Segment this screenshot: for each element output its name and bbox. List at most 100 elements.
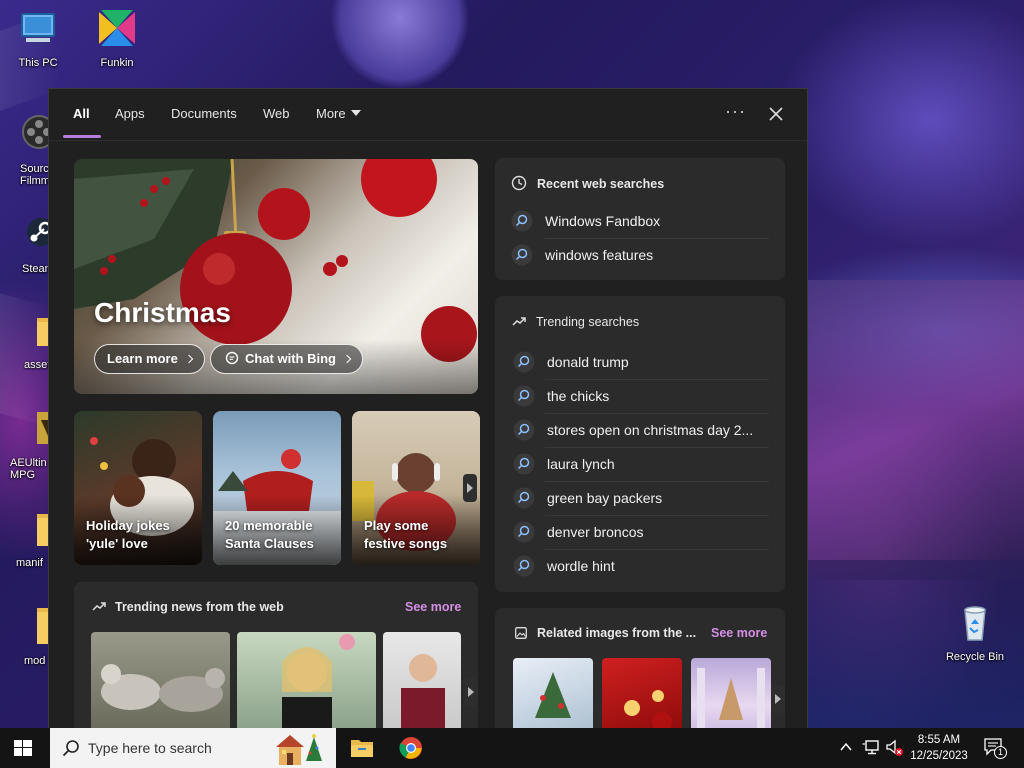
chrome-icon[interactable] — [399, 736, 423, 760]
tab-more-label: More — [316, 106, 346, 121]
search-icon — [62, 740, 79, 757]
related-image — [697, 668, 765, 728]
trending-search-text: wordle hint — [547, 558, 615, 574]
trending-news-see-more-link[interactable]: See more — [405, 600, 461, 614]
desktop-icon-label: Recycle Bin — [945, 651, 1005, 663]
notification-count-badge: 1 — [994, 746, 1007, 759]
taskbar-search-box[interactable]: Type here to search — [50, 728, 336, 768]
related-image — [535, 672, 571, 718]
taskbar: Type here to search 8:55 AM 12/25/2023 1 — [0, 728, 1024, 768]
search-icon — [513, 351, 535, 373]
card-festive-songs[interactable]: Play some festive songs — [352, 411, 480, 565]
taskbar-time: 8:55 AM — [917, 734, 961, 746]
search-tabs-bar: All Apps Documents Web More ··· — [49, 89, 807, 141]
trending-search-text: laura lynch — [547, 456, 615, 472]
tab-documents[interactable]: Documents — [171, 106, 237, 121]
trending-searches-title: Trending searches — [536, 315, 640, 329]
image-icon — [515, 627, 527, 639]
wallpaper-character — [808, 280, 1024, 580]
news-image — [282, 634, 355, 728]
trending-search-text: donald trump — [547, 354, 629, 370]
recent-search-text: windows features — [545, 247, 654, 263]
news-next-arrow[interactable] — [464, 678, 478, 706]
desktop-icon-label: Funkin — [100, 57, 134, 69]
related-images-next-arrow[interactable] — [771, 685, 785, 713]
notifications-button[interactable]: 1 — [984, 738, 1007, 759]
cards-next-arrow[interactable] — [463, 474, 477, 502]
tab-apps[interactable]: Apps — [115, 106, 145, 121]
file-explorer-icon[interactable] — [350, 737, 374, 759]
taskbar-search-placeholder: Type here to search — [88, 740, 212, 756]
related-images-see-more-link[interactable]: See more — [711, 626, 767, 640]
chat-with-bing-label: Chat with Bing — [245, 351, 336, 366]
trending-news-section: Trending news from the web See more — [74, 582, 478, 728]
trending-search-item[interactable]: stores open on christmas day 2... — [513, 413, 773, 447]
card-holiday-jokes[interactable]: Holiday jokes 'yule' love — [74, 411, 202, 565]
tab-all[interactable]: All — [73, 106, 90, 121]
computer-icon — [21, 13, 55, 42]
trending-search-item[interactable]: green bay packers — [513, 481, 773, 515]
card-caption: Holiday jokes 'yule' love — [86, 518, 170, 551]
ellipsis-icon[interactable]: ··· — [725, 101, 746, 122]
tab-web[interactable]: Web — [263, 106, 290, 121]
chevron-right-icon — [184, 354, 194, 364]
search-icon — [513, 385, 535, 407]
news-thumbnail-wolves[interactable] — [91, 632, 230, 728]
news-image — [401, 654, 445, 728]
news-thumbnail-woman[interactable] — [237, 632, 376, 728]
trending-search-text: denver broncos — [547, 524, 644, 540]
search-icon — [513, 487, 535, 509]
chevron-up-icon[interactable] — [840, 742, 852, 752]
search-panel: All Apps Documents Web More ··· Christma… — [48, 88, 808, 728]
trending-search-item[interactable]: donald trump — [513, 345, 773, 379]
related-images-title: Related images from the ... — [537, 626, 697, 640]
close-icon[interactable] — [765, 103, 787, 125]
learn-more-label: Learn more — [107, 351, 178, 366]
recent-search-text: Windows Fandbox — [545, 213, 661, 229]
recent-web-searches-section: Recent web searches Windows Fandbox wind… — [495, 158, 785, 280]
recent-web-searches-title: Recent web searches — [537, 177, 665, 191]
trending-arrow-icon — [512, 317, 526, 326]
trending-search-text: green bay packers — [547, 490, 663, 506]
desktop-icon-label: This PC — [18, 57, 58, 69]
learn-more-button[interactable]: Learn more — [94, 344, 205, 374]
trending-search-text: stores open on christmas day 2... — [547, 422, 754, 438]
volume-muted-icon[interactable] — [886, 739, 904, 757]
chevron-right-icon — [342, 354, 352, 364]
desktop-icon-recycle-bin[interactable]: Recycle Bin — [940, 600, 1010, 663]
christmas-hero-card[interactable]: Christmas Learn more Chat with Bing — [74, 159, 478, 394]
card-caption: 20 memorable Santa Clauses — [225, 518, 314, 551]
desktop-icon-this-pc[interactable]: This PC — [3, 6, 73, 69]
search-icon — [513, 521, 535, 543]
christmas-house-icon — [276, 734, 322, 765]
taskbar-clock[interactable]: 8:55 AM 12/25/2023 — [906, 732, 972, 764]
related-image-thumbnail[interactable] — [513, 658, 593, 728]
trending-search-item[interactable]: denver broncos — [513, 515, 773, 549]
trending-arrow-icon — [92, 602, 106, 611]
search-icon — [513, 555, 535, 577]
chevron-down-icon — [350, 110, 361, 116]
taskbar-date: 12/25/2023 — [910, 750, 968, 762]
related-image-thumbnail[interactable] — [691, 658, 771, 728]
desktop-icon-funkin[interactable]: Funkin — [82, 6, 152, 69]
tab-more[interactable]: More — [316, 106, 361, 121]
recent-search-item[interactable]: windows features — [511, 238, 771, 272]
news-image — [101, 664, 225, 712]
trending-search-item[interactable]: the chicks — [513, 379, 773, 413]
search-icon — [513, 419, 535, 441]
chat-with-bing-button[interactable]: Chat with Bing — [210, 344, 363, 374]
windows-start-icon[interactable] — [14, 740, 32, 756]
trending-search-item[interactable]: laura lynch — [513, 447, 773, 481]
trending-search-item[interactable]: wordle hint — [513, 549, 773, 583]
history-icon — [511, 175, 527, 191]
card-santa-clauses[interactable]: 20 memorable Santa Clauses — [213, 411, 341, 565]
recent-search-item[interactable]: Windows Fandbox — [511, 204, 771, 238]
search-icon — [511, 244, 533, 266]
wallpaper-character — [330, 0, 470, 90]
related-image-thumbnail[interactable] — [602, 658, 682, 728]
news-thumbnail-man[interactable] — [383, 632, 461, 728]
network-icon[interactable] — [862, 739, 880, 755]
recycle-bin-icon — [964, 606, 986, 641]
trending-searches-section: Trending searches donald trump the chick… — [495, 296, 785, 592]
related-images-section: Related images from the ... See more — [495, 608, 785, 728]
